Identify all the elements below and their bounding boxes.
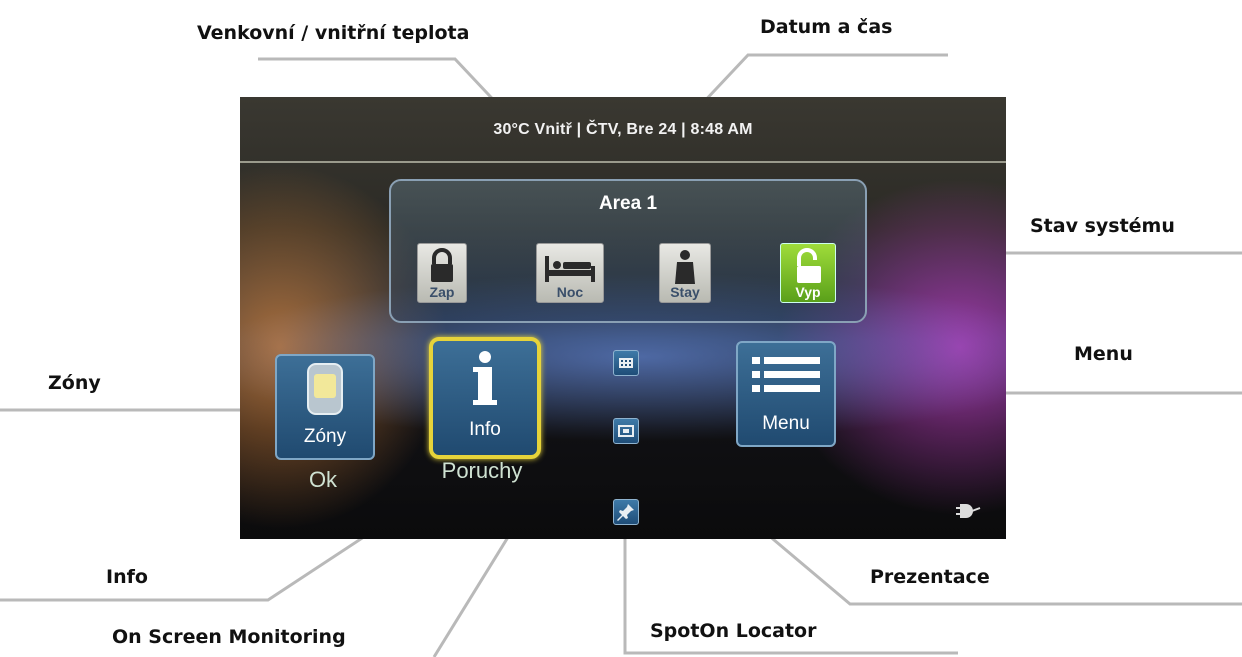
menu-button-label: Menu xyxy=(762,413,810,434)
mode-vyp-button[interactable]: Vyp xyxy=(780,243,836,303)
callout-zones: Zóny xyxy=(48,372,101,394)
menu-button[interactable]: Menu xyxy=(736,341,836,447)
mode-zap-button[interactable]: Zap xyxy=(417,243,467,303)
pin-icon xyxy=(617,504,634,521)
info-button-label: Info xyxy=(469,419,501,440)
status-divider xyxy=(240,161,1006,163)
callout-temperature: Venkovní / vnitřní teplota xyxy=(197,22,470,44)
info-status: Poruchy xyxy=(441,458,523,483)
callout-datetime: Datum a čas xyxy=(760,16,893,38)
callout-presentation: Prezentace xyxy=(870,566,990,588)
person-icon xyxy=(675,250,695,284)
callout-spoton-locator: SpotOn Locator xyxy=(650,620,817,642)
callout-info: Info xyxy=(106,566,148,588)
zones-status: Ok xyxy=(308,467,338,492)
mode-stay-label: Stay xyxy=(670,284,700,300)
area-title: Area 1 xyxy=(598,193,658,214)
bed-icon xyxy=(545,256,595,282)
callout-system-state: Stav systému xyxy=(1030,215,1175,237)
mode-noc-label: Noc xyxy=(556,284,584,300)
callout-menu: Menu xyxy=(1074,343,1133,365)
mode-zap-label: Zap xyxy=(429,284,455,300)
status-bar: 30°C Vnitř | ČTV, Bre 24 | 8:48 AM xyxy=(240,97,1006,163)
list-icon xyxy=(752,357,820,392)
zones-button[interactable]: Zóny xyxy=(275,354,375,460)
zones-button-label: Zóny xyxy=(303,426,347,447)
mode-noc-button[interactable]: Noc xyxy=(536,243,604,303)
unlock-icon xyxy=(797,248,821,283)
presentation-button[interactable] xyxy=(613,418,639,444)
keypad-screen: 30°C Vnitř | ČTV, Bre 24 | 8:48 AM Area … xyxy=(240,97,1006,539)
power-plug-icon xyxy=(956,504,981,518)
mode-vyp-label: Vyp xyxy=(795,284,821,300)
spoton-locator-button[interactable] xyxy=(613,499,639,525)
slideshow-icon xyxy=(618,425,634,437)
mode-stay-button[interactable]: Stay xyxy=(659,243,711,303)
callout-on-screen-monitoring: On Screen Monitoring xyxy=(112,626,346,648)
keypad-device-icon xyxy=(307,363,343,415)
status-bar-text: 30°C Vnitř | ČTV, Bre 24 | 8:48 AM xyxy=(493,121,753,138)
on-screen-monitoring-button[interactable] xyxy=(613,350,639,376)
info-icon xyxy=(473,351,497,405)
lock-icon xyxy=(431,248,453,282)
area-panel: Area 1 Zap Noc Stay Vyp xyxy=(389,179,867,323)
keypad-icon xyxy=(619,358,633,368)
info-button[interactable]: Info xyxy=(429,337,541,459)
